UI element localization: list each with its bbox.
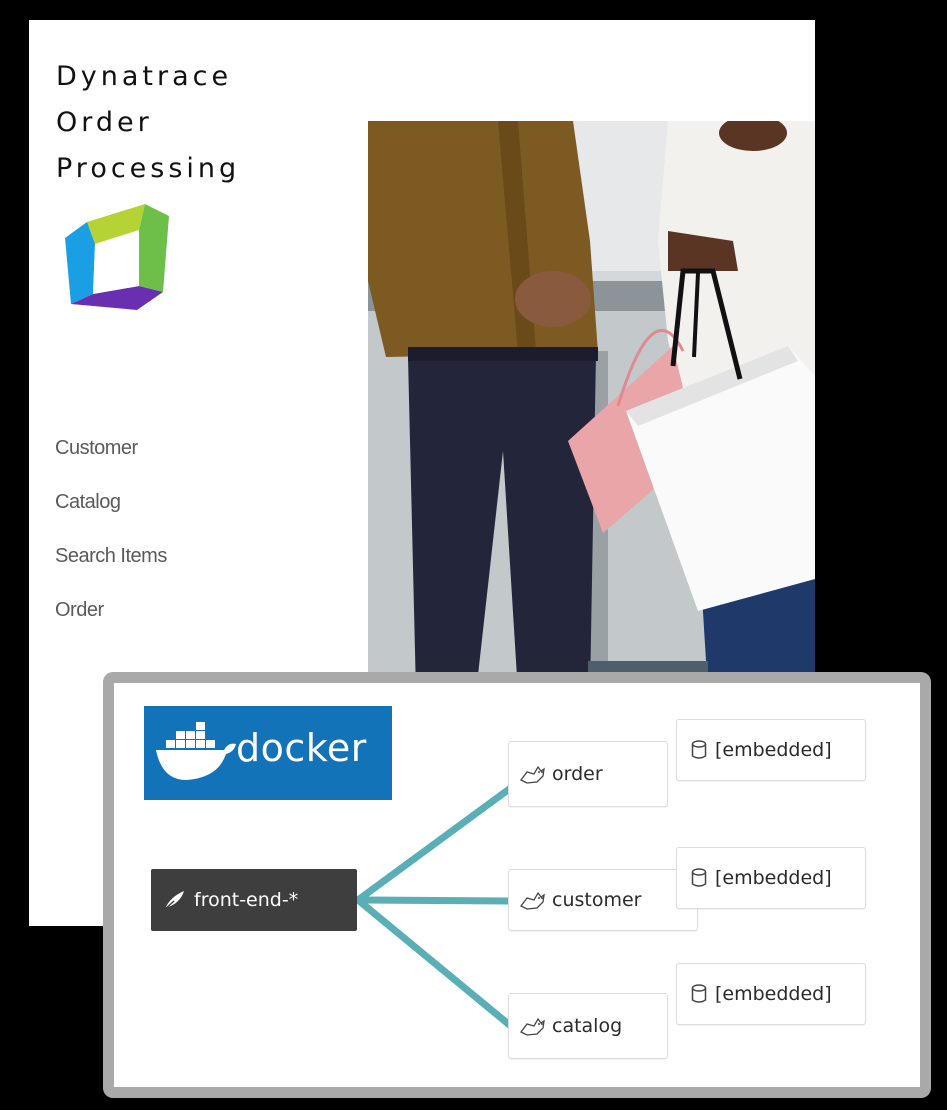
service-node-label: customer	[552, 889, 642, 911]
app-title: Dynatrace Order Processing	[56, 54, 240, 192]
app-title-line-3: Processing	[56, 153, 241, 184]
service-node-order[interactable]: order	[508, 741, 668, 807]
service-node-customer[interactable]: customer	[508, 869, 698, 931]
service-node-label: catalog	[552, 1015, 623, 1037]
tomcat-icon	[520, 891, 545, 910]
app-title-line-2: Order	[56, 107, 153, 138]
nav-item-order[interactable]: Order	[55, 596, 167, 650]
database-icon	[691, 868, 707, 887]
database-node-label: [embedded]	[715, 983, 832, 1005]
database-icon	[691, 984, 707, 1003]
hero-image	[368, 121, 815, 693]
app-title-line-1: Dynatrace	[56, 61, 233, 92]
database-node-order[interactable]: [embedded]	[676, 719, 866, 781]
main-nav: Customer Catalog Search Items Order	[55, 434, 167, 650]
database-node-customer[interactable]: [embedded]	[676, 847, 866, 909]
tomcat-icon	[520, 1017, 545, 1036]
feather-icon	[163, 891, 184, 911]
tomcat-icon	[520, 765, 545, 784]
database-node-label: [embedded]	[715, 867, 832, 889]
architecture-panel: docker front-end-* order [embedded] cust…	[103, 672, 931, 1098]
service-node-catalog[interactable]: catalog	[508, 993, 668, 1059]
dynatrace-logo-icon	[65, 204, 169, 312]
database-node-label: [embedded]	[715, 739, 832, 761]
nav-item-customer[interactable]: Customer	[55, 434, 167, 488]
service-node-label: order	[552, 763, 603, 785]
database-node-catalog[interactable]: [embedded]	[676, 963, 866, 1025]
frontend-node[interactable]: front-end-*	[151, 869, 357, 931]
nav-item-search-items[interactable]: Search Items	[55, 542, 167, 596]
frontend-node-label: front-end-*	[194, 889, 299, 911]
nav-item-catalog[interactable]: Catalog	[55, 488, 167, 542]
database-icon	[691, 740, 707, 759]
